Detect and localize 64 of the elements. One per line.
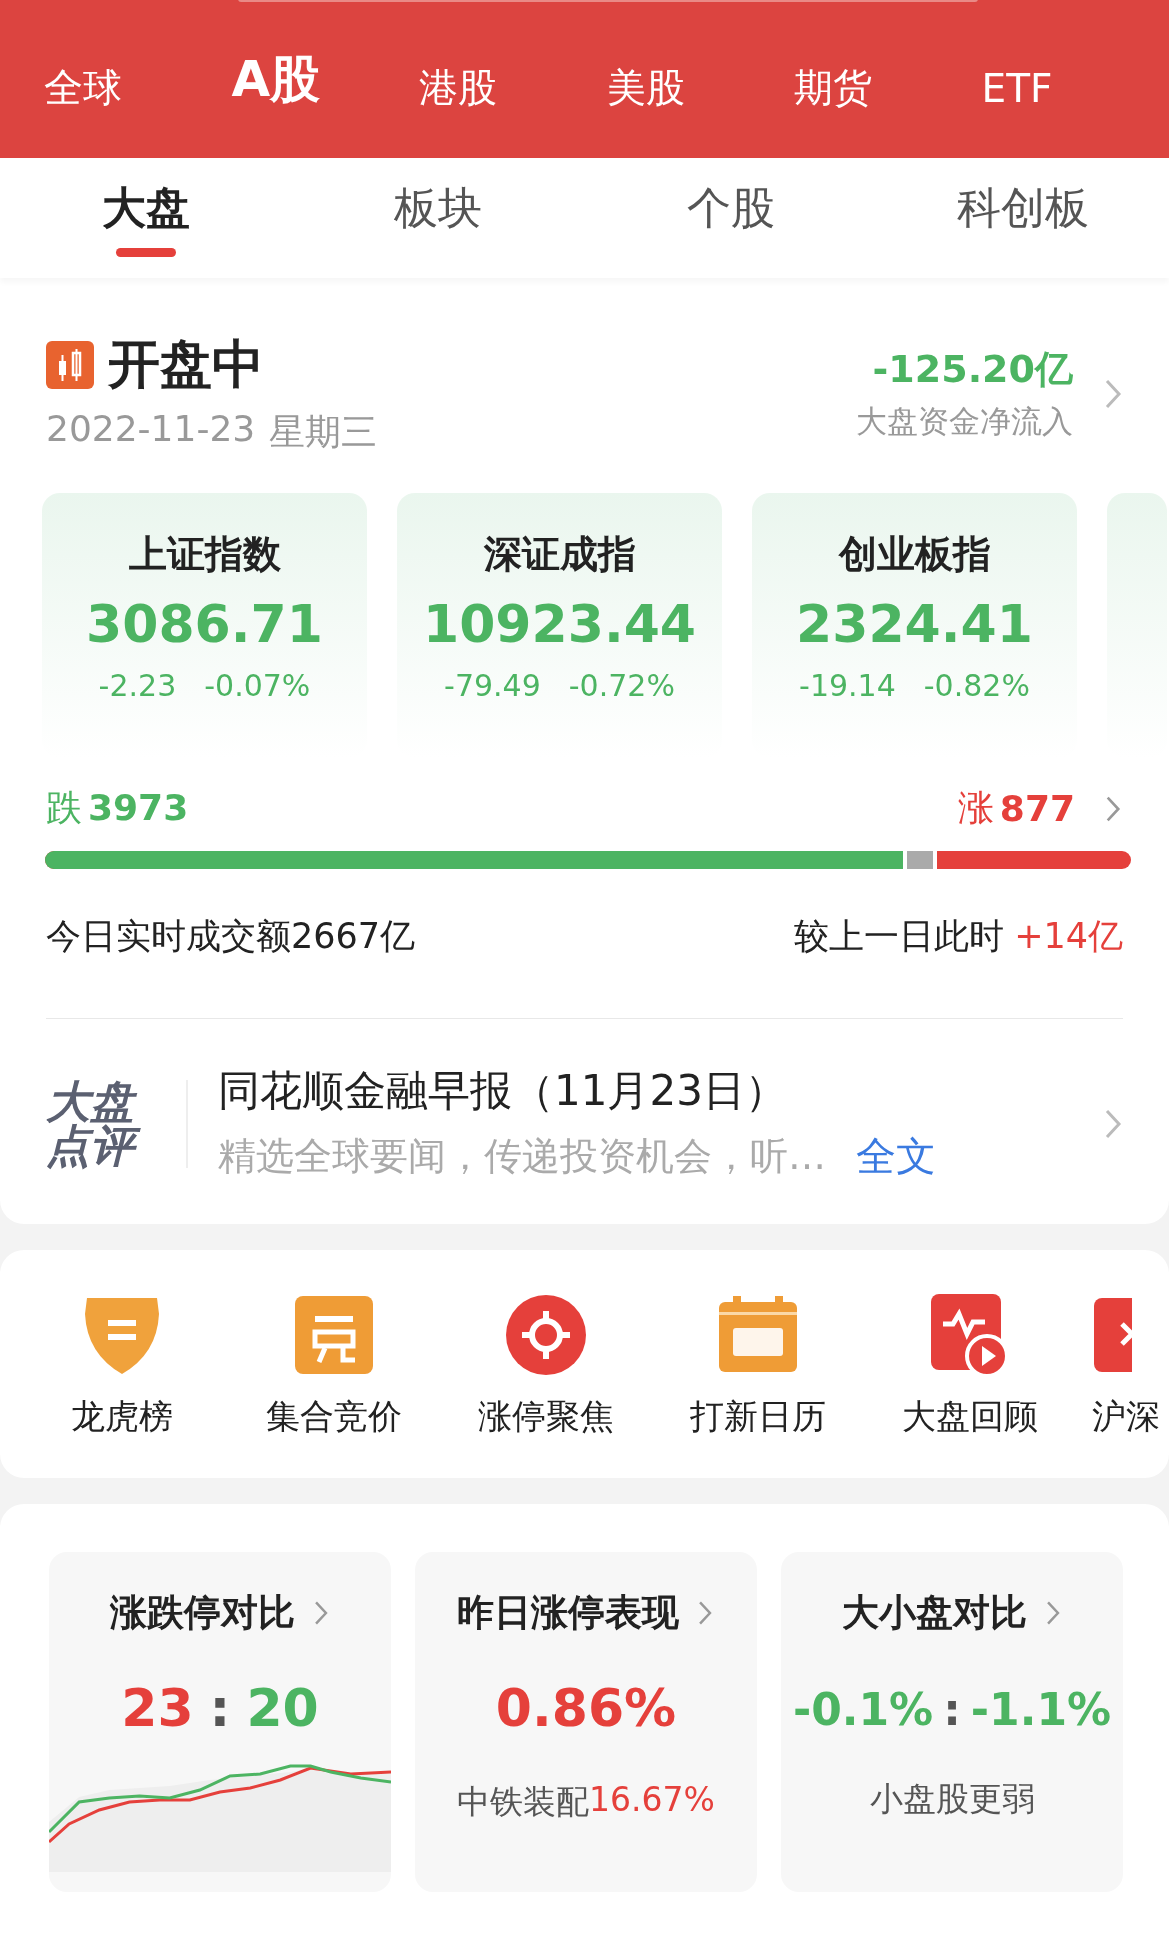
turnover-text: 今日实时成交额2667亿 (46, 915, 416, 958)
stat-card[interactable]: 大小盘对比 -0.1% : -1.1% 小盘股更弱 (781, 1552, 1123, 1892)
index-percent: -0.07% (204, 668, 311, 703)
index-change: -79.49 (444, 668, 541, 703)
limit-down-count: 20 (246, 1678, 319, 1738)
index-name: 创业板指 (838, 531, 991, 578)
market-tab[interactable]: 美股 (606, 43, 794, 115)
index-value: 3086.71 (86, 594, 323, 654)
index-percent: -0.82% (923, 668, 1030, 703)
index-change: -19.14 (799, 668, 896, 703)
up-count: 877 (999, 788, 1075, 829)
index-name: 上证指数 (128, 531, 281, 578)
cap-note: 小盘股更弱 (869, 1778, 1035, 1820)
stock-name: 中铁装配 (457, 1781, 590, 1823)
news-title[interactable]: 同花顺金融早报（11月23日） (218, 1063, 1073, 1119)
ratio-separator: : (943, 1684, 961, 1735)
performance-value: 0.86% (495, 1678, 677, 1738)
sub-tab[interactable]: 科创板 (956, 179, 1089, 238)
market-tab[interactable]: 港股 (419, 43, 607, 115)
ratio-separator: : (209, 1678, 231, 1738)
small-cap-change: -1.1% (970, 1684, 1112, 1735)
stat-title: 涨跌停对比 (109, 1590, 295, 1636)
index-percent: -0.72% (568, 668, 675, 703)
shortcut-label[interactable]: 沪深 (1092, 1394, 1160, 1440)
unchanged-segment (902, 851, 937, 869)
stock-change: 16.67% (589, 1780, 715, 1821)
index-name: 深证成指 (483, 531, 636, 578)
target-icon[interactable] (505, 1294, 587, 1376)
stat-title: 昨日涨停表现 (457, 1590, 679, 1636)
shortcut-label[interactable]: 大盘回顾 (902, 1394, 1038, 1440)
session-date: 2022-11-23 (46, 408, 256, 451)
market-tab[interactable]: 期货 (794, 43, 982, 115)
down-label: 跌 (46, 786, 82, 830)
turnover-compare-value: +14亿 (1014, 915, 1123, 958)
session-status: 开盘中 (108, 333, 264, 396)
up-label: 涨 (957, 786, 994, 830)
market-tab[interactable]: ETF (981, 47, 1169, 111)
index-value: 2324.41 (796, 594, 1033, 654)
shortcut-label[interactable]: 打新日历 (690, 1394, 826, 1440)
market-tab[interactable]: A股 (231, 45, 419, 113)
stat-card[interactable]: 昨日涨停表现 0.86% 中铁装配16.67% (415, 1552, 757, 1892)
net-inflow-value: -125.20亿 (872, 346, 1073, 393)
net-inflow-label: 大盘资金净流入 (856, 402, 1073, 441)
commentary-logo: 大盘 点评 (46, 1079, 188, 1168)
stat-card[interactable]: 涨跌停对比 23 : 20 (49, 1552, 391, 1892)
index-change: -2.23 (98, 668, 177, 703)
limit-up-count: 23 (121, 1678, 194, 1738)
down-count: 3973 (88, 787, 189, 828)
sub-tab[interactable]: 个股 (686, 179, 775, 238)
large-cap-change: -0.1% (792, 1684, 934, 1735)
candlestick-icon (46, 341, 94, 389)
sub-tab[interactable]: 板块 (394, 179, 483, 238)
turnover-compare-label: 较上一日此时 (794, 915, 1005, 958)
market-tab[interactable]: 全球 (44, 43, 232, 115)
news-summary: 精选全球要闻，传递投资机会，听… (218, 1133, 826, 1180)
shortcut-label[interactable]: 涨停聚焦 (478, 1394, 614, 1440)
shortcut-label[interactable]: 集合竞价 (266, 1394, 402, 1440)
index-value: 10923.44 (423, 594, 696, 654)
session-weekday: 星期三 (269, 410, 378, 454)
sub-tab[interactable]: 大盘 (102, 179, 191, 238)
shortcut-label[interactable]: 龙虎榜 (71, 1394, 173, 1440)
stat-title: 大小盘对比 (841, 1590, 1027, 1636)
full-text-link[interactable]: 全文 (856, 1129, 936, 1184)
tag-icon[interactable] (293, 1294, 375, 1376)
